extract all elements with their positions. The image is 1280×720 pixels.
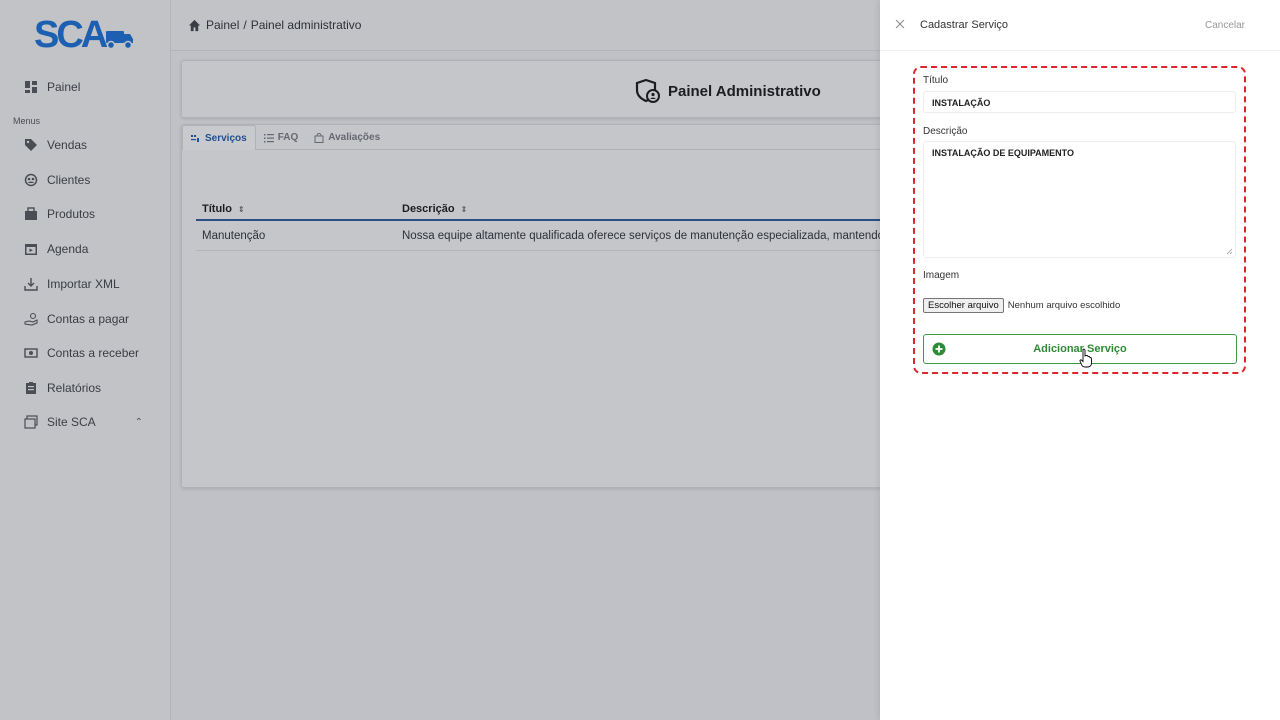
sidebar-item-site-sca[interactable]: Site SCA ⌃ (0, 408, 171, 436)
choose-file-button[interactable]: Escolher arquivo (923, 298, 1004, 313)
header-divider (196, 219, 902, 221)
chevron-up-icon[interactable]: ⌃ (135, 417, 143, 428)
breadcrumb: Painel / Painel administrativo (171, 0, 880, 51)
descricao-value: INSTALAÇÃO DE EQUIPAMENTO (932, 148, 1075, 158)
cancel-button[interactable]: Cancelar (1205, 20, 1245, 31)
sidebar-item-label: Contas a receber (47, 346, 140, 360)
sort-icon[interactable]: ⇕ (461, 205, 468, 214)
bag-icon (314, 132, 324, 143)
shield-user-icon (635, 78, 660, 103)
list-icon (263, 133, 274, 143)
sidebar-item-label: Importar XML (47, 277, 120, 291)
sidebar-item-agenda[interactable]: Agenda (0, 235, 171, 263)
menus-section-label: Menus (13, 116, 41, 126)
page-title: Painel Administrativo (634, 77, 821, 105)
imagem-label: Imagem (923, 270, 960, 281)
tab-faq[interactable]: FAQ (256, 125, 307, 150)
breadcrumb-current: Painel administrativo (250, 18, 362, 32)
tab-label: Serviços (205, 132, 247, 144)
column-header-label: Descrição (402, 203, 455, 215)
sidebar-item-label: Relatórios (47, 381, 102, 395)
clipboard-icon (24, 381, 38, 395)
tab-servicos[interactable]: Serviços (182, 125, 256, 150)
sidebar-item-label: Contas a pagar (47, 312, 130, 326)
sidebar-item-painel[interactable]: Painel (0, 73, 171, 101)
sidebar-item-importar-xml[interactable]: Importar XML (0, 270, 171, 298)
window-icon (24, 415, 38, 429)
money-icon (24, 346, 38, 360)
column-header-descricao[interactable]: Descrição ⇕ (402, 203, 467, 215)
panel-title-text: Painel Administrativo (668, 82, 821, 100)
hand-money-icon (24, 312, 38, 326)
users-icon (24, 173, 38, 187)
services-icon (191, 133, 201, 143)
descricao-label: Descrição (923, 126, 968, 137)
sidebar-item-clientes[interactable]: Clientes (0, 166, 171, 194)
sidebar: SCA Painel Menus Vendas Clientes Produto… (0, 0, 171, 720)
dashboard-icon (24, 80, 38, 94)
sidebar-item-label: Vendas (47, 138, 88, 152)
sidebar-item-label: Painel (47, 80, 81, 94)
sidebar-item-contas-a-pagar[interactable]: Contas a pagar (0, 305, 171, 333)
content-card: Serviços FAQ Avaliações Título ⇕ Descriç… (181, 124, 902, 488)
descricao-textarea[interactable]: INSTALAÇÃO DE EQUIPAMENTO (923, 141, 1236, 258)
resize-handle-icon[interactable] (1226, 248, 1233, 255)
sidebar-item-relatorios[interactable]: Relatórios (0, 374, 171, 402)
titulo-input[interactable]: INSTALAÇÃO (923, 91, 1236, 113)
drawer-header: Cadastrar Serviço Cancelar (880, 0, 1280, 51)
home-icon[interactable] (188, 19, 201, 32)
sidebar-item-vendas[interactable]: Vendas (0, 131, 171, 159)
tab-label: Avaliações (328, 132, 381, 143)
table-cell-titulo: Manutenção (202, 230, 266, 242)
sidebar-item-label: Agenda (47, 242, 89, 256)
sidebar-item-label: Produtos (47, 207, 96, 221)
sca-logo[interactable]: SCA (34, 14, 134, 54)
file-status: Nenhum arquivo escolhido (1007, 300, 1121, 311)
row-divider (196, 250, 902, 251)
titulo-label: Título (923, 75, 949, 86)
tab-label: FAQ (277, 132, 299, 143)
sidebar-item-label: Clientes (47, 173, 91, 187)
plus-circle-icon (932, 342, 946, 356)
tab-bar: Serviços FAQ Avaliações (182, 125, 900, 150)
close-icon[interactable] (894, 18, 906, 30)
drawer-title: Cadastrar Serviço (920, 19, 1009, 31)
tab-avaliacoes[interactable]: Avaliações (306, 125, 388, 150)
panel-title-card: Painel Administrativo (181, 60, 901, 118)
hand-cursor-icon (1079, 348, 1092, 368)
column-header-titulo[interactable]: Título ⇕ (202, 203, 245, 215)
file-input: Escolher arquivo Nenhum arquivo escolhid… (923, 298, 1120, 313)
sidebar-item-produtos[interactable]: Produtos (0, 200, 171, 228)
download-icon (24, 277, 38, 291)
sidebar-item-contas-a-receber[interactable]: Contas a receber (0, 339, 171, 367)
tag-icon (24, 138, 38, 152)
svg-text:SCA: SCA (34, 14, 108, 54)
column-header-label: Título (202, 203, 232, 215)
box-icon (24, 207, 38, 221)
calendar-icon (24, 242, 38, 256)
breadcrumb-root[interactable]: Painel (206, 18, 239, 32)
table-cell-descricao: Nossa equipe altamente qualificada ofere… (402, 230, 885, 242)
breadcrumb-separator: / (243, 18, 247, 32)
sidebar-item-label: Site SCA (47, 415, 96, 429)
sort-icon[interactable]: ⇕ (238, 205, 245, 214)
